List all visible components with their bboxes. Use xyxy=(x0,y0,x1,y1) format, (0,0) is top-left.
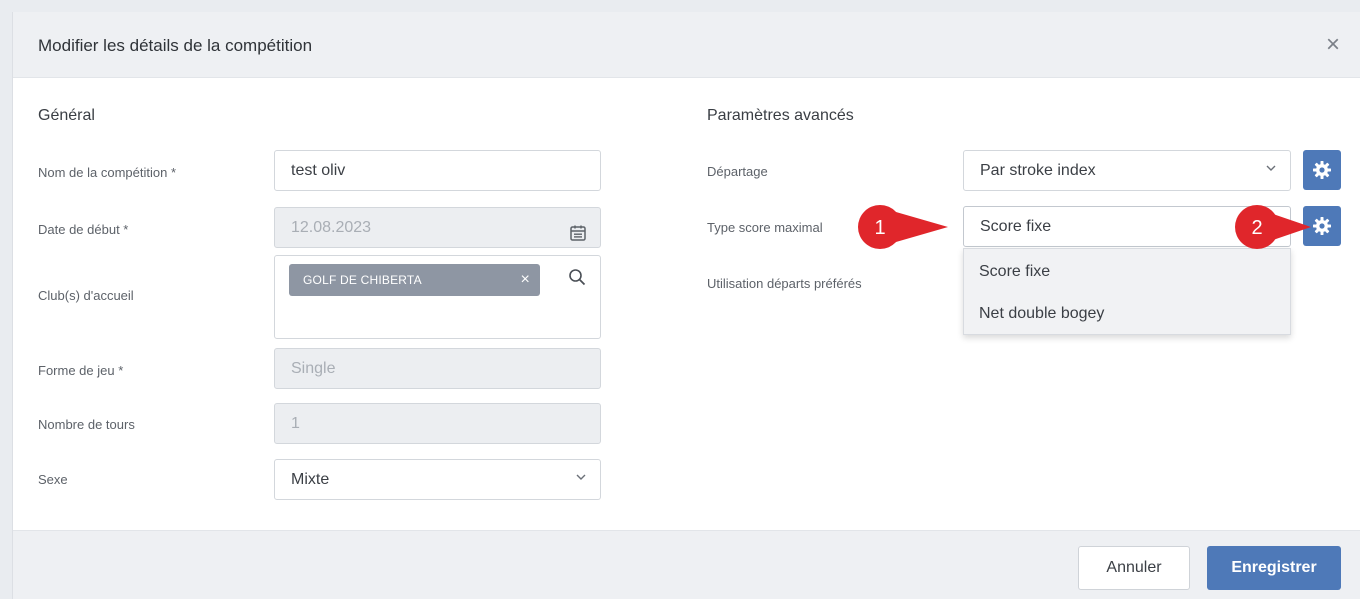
dialog-footer: Annuler Enregistrer xyxy=(13,530,1360,599)
general-section-title: Général xyxy=(38,107,95,124)
chevron-down-icon xyxy=(1266,163,1276,173)
competition-name-value: test oliv xyxy=(291,162,346,179)
calendar-icon[interactable] xyxy=(569,218,587,241)
tiebreak-select[interactable]: Par stroke index xyxy=(963,150,1291,191)
tiebreak-settings-button[interactable] xyxy=(1303,150,1341,190)
chevron-down-icon xyxy=(576,472,586,482)
annotation-badge-1: 1 xyxy=(856,202,952,257)
dialog-title: Modifier les détails de la compétition xyxy=(38,36,313,55)
max-score-type-label: Type score maximal xyxy=(707,220,823,235)
annotation-badge-1-label: 1 xyxy=(874,217,885,239)
dialog-header: Modifier les détails de la compétition × xyxy=(13,12,1360,78)
annotation-badge-2: 2 xyxy=(1233,202,1313,257)
game-form-input: Single xyxy=(274,348,601,389)
rounds-label: Nombre de tours xyxy=(38,417,135,432)
host-club-label: Club(s) d'accueil xyxy=(38,288,134,303)
dropdown-option[interactable]: Score fixe xyxy=(979,263,1050,281)
gender-select[interactable]: Mixte xyxy=(274,459,601,500)
annotation-badge-2-label: 2 xyxy=(1251,217,1262,239)
gender-label: Sexe xyxy=(38,472,68,487)
advanced-section-title: Paramètres avancés xyxy=(707,107,854,124)
rounds-value: 1 xyxy=(291,415,300,432)
competition-name-input[interactable]: test oliv xyxy=(274,150,601,191)
max-score-type-value: Score fixe xyxy=(980,218,1052,235)
remove-chip-icon[interactable]: × xyxy=(520,264,530,296)
gender-value: Mixte xyxy=(291,471,330,488)
search-icon[interactable] xyxy=(568,268,586,286)
max-score-dropdown: Score fixe Net double bogey xyxy=(963,248,1291,335)
club-chip: GOLF DE CHIBERTA × xyxy=(289,264,540,296)
preferred-tees-label: Utilisation départs préférés xyxy=(707,276,862,291)
rounds-input: 1 xyxy=(274,403,601,444)
game-form-value: Single xyxy=(291,360,336,377)
game-form-label: Forme de jeu * xyxy=(38,363,124,378)
edit-competition-dialog: Modifier les détails de la compétition ×… xyxy=(12,12,1360,599)
save-button[interactable]: Enregistrer xyxy=(1207,546,1341,590)
tiebreak-label: Départage xyxy=(707,164,768,179)
dropdown-option[interactable]: Net double bogey xyxy=(979,305,1104,323)
start-date-label: Date de début * xyxy=(38,222,129,237)
club-chip-label: GOLF DE CHIBERTA xyxy=(303,273,422,287)
cancel-button[interactable]: Annuler xyxy=(1078,546,1190,590)
close-icon[interactable]: × xyxy=(1320,32,1346,58)
host-club-field[interactable]: GOLF DE CHIBERTA × xyxy=(274,255,601,339)
start-date-input: 12.08.2023 xyxy=(274,207,601,248)
tiebreak-value: Par stroke index xyxy=(980,162,1096,179)
start-date-value: 12.08.2023 xyxy=(291,219,372,236)
competition-name-label: Nom de la compétition * xyxy=(38,165,177,180)
